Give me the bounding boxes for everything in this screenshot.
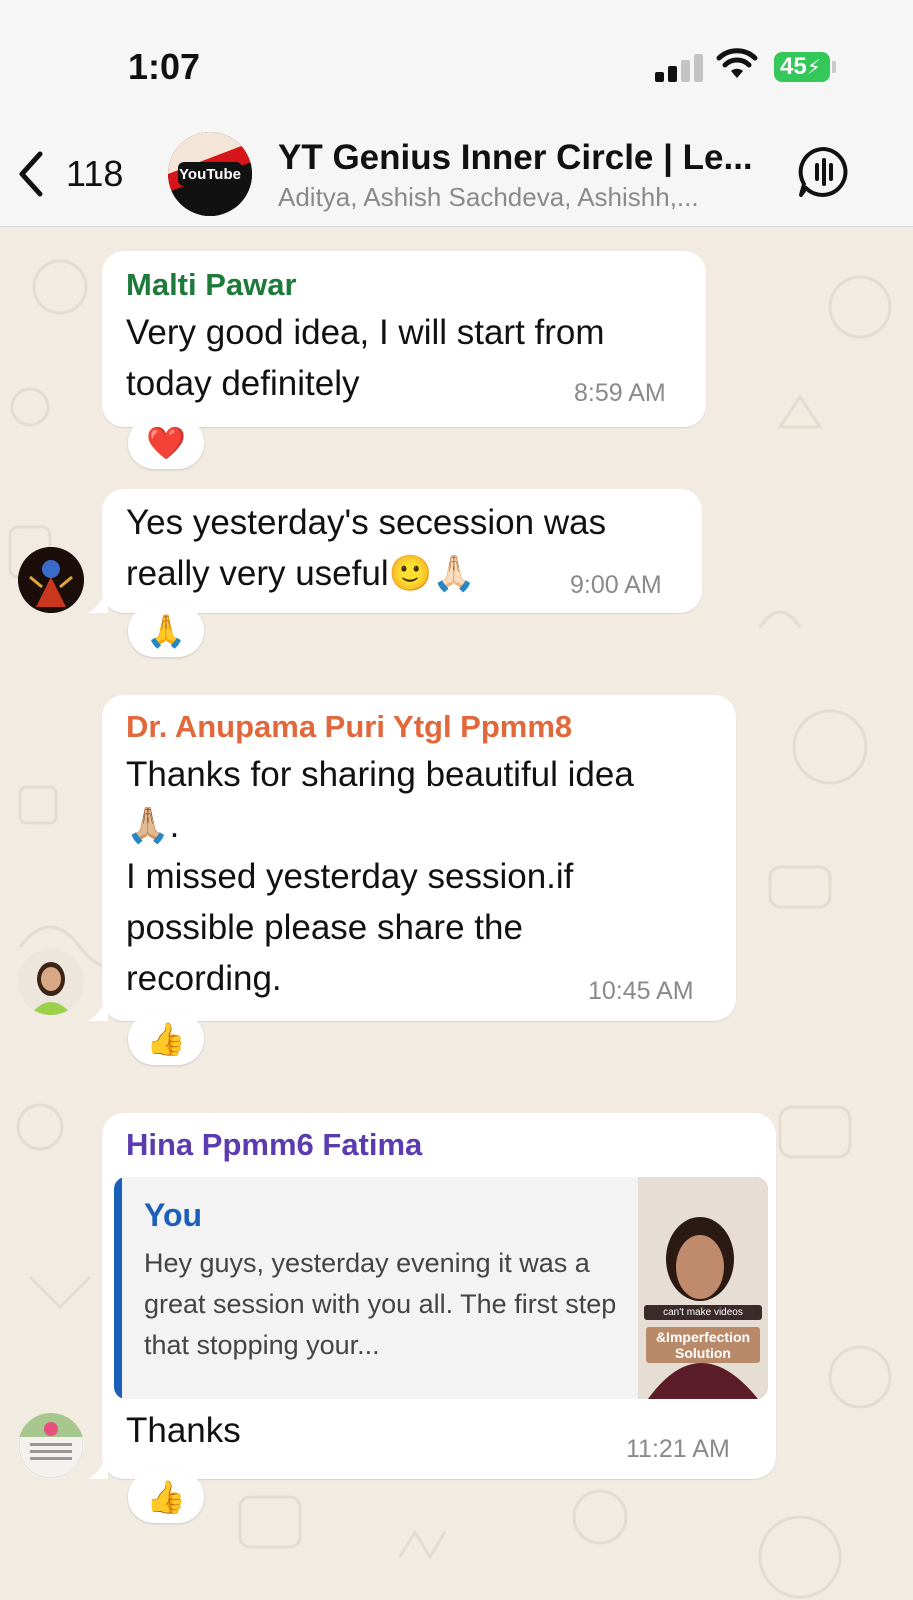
group-title[interactable]: YT Genius Inner Circle | Le... xyxy=(278,138,768,178)
reaction-badge[interactable]: ❤️ xyxy=(128,417,204,469)
reaction-badge[interactable]: 👍 xyxy=(128,1471,204,1523)
deity-avatar-icon xyxy=(18,547,84,613)
status-bar: 1:07 45⚡ xyxy=(0,0,913,120)
message-line: Very good idea, I will start from xyxy=(126,313,605,352)
quoted-message[interactable]: You Hey guys, yesterday evening it was a… xyxy=(114,1177,768,1399)
thumbnail-caption: can't make videos xyxy=(644,1305,762,1320)
message-line: Thanks xyxy=(126,1411,241,1450)
message-bubble[interactable]: Hina Ppmm6 Fatima You Hey guys, yesterda… xyxy=(102,1113,776,1479)
group-members[interactable]: Aditya, Ashish Sachdeva, Ashishh,... xyxy=(278,182,748,213)
message-text: Thanks for sharing beautiful idea 🙏🏼. I … xyxy=(126,749,726,1004)
sender-name: Dr. Anupama Puri Ytgl Ppmm8 xyxy=(126,709,573,744)
member-avatar[interactable] xyxy=(18,1413,84,1479)
sender-name: Malti Pawar xyxy=(126,267,297,302)
youtube-logo-icon: YouTube xyxy=(168,132,252,216)
member-avatar[interactable] xyxy=(18,949,84,1015)
unread-count: 118 xyxy=(66,153,124,194)
group-avatar[interactable]: YouTube xyxy=(168,132,252,216)
quote-author: You xyxy=(144,1197,203,1233)
message-line: I missed yesterday session.if xyxy=(126,857,574,896)
chat-header: 118 YouTube YT Genius Inner Circle | Le.… xyxy=(0,120,913,227)
message-bubble[interactable]: Dr. Anupama Puri Ytgl Ppmm8 Thanks for s… xyxy=(102,695,736,1021)
quote-thumbnail: can't make videos &Imperfection Solution xyxy=(638,1177,768,1399)
video-thumbnail-image xyxy=(638,1177,768,1399)
message-text: Thanks xyxy=(126,1405,526,1456)
battery-cap xyxy=(832,61,836,73)
person-avatar-icon xyxy=(18,949,84,1015)
message-bubble[interactable]: Yes yesterday's secession was really ver… xyxy=(102,489,702,613)
quote-bar xyxy=(114,1177,122,1399)
sender-name: Hina Ppmm6 Fatima xyxy=(126,1127,423,1162)
chat-area[interactable]: Malti Pawar Very good idea, I will start… xyxy=(0,227,913,1600)
message-time: 11:21 AM xyxy=(626,1435,730,1463)
status-time: 1:07 xyxy=(128,46,201,87)
avatar-text: YouTube xyxy=(179,166,241,183)
message-line: Thanks for sharing beautiful idea xyxy=(126,755,634,794)
member-avatar[interactable] xyxy=(18,547,84,613)
voice-chat-icon[interactable] xyxy=(798,146,850,198)
message-time: 10:45 AM xyxy=(588,977,694,1005)
bubble-tail xyxy=(88,993,108,1021)
flower-avatar-icon xyxy=(18,1413,84,1479)
message-bubble[interactable]: Malti Pawar Very good idea, I will start… xyxy=(102,251,706,427)
thumbnail-caption-title: &Imperfection Solution xyxy=(646,1327,760,1363)
bubble-tail xyxy=(88,1451,108,1479)
cellular-signal-icon xyxy=(655,52,705,82)
message-line: possible please share the xyxy=(126,908,523,947)
bubble-tail xyxy=(88,585,108,613)
back-button[interactable]: 118 xyxy=(18,148,148,200)
battery-icon: 45⚡ xyxy=(774,52,830,82)
wifi-icon xyxy=(716,48,758,78)
chevron-left-icon xyxy=(19,151,43,197)
message-time: 8:59 AM xyxy=(574,379,666,407)
battery-level: 45 xyxy=(780,53,807,80)
reaction-badge[interactable]: 👍 xyxy=(128,1013,204,1065)
quote-text: Hey guys, yesterday evening it was a gre… xyxy=(144,1248,617,1360)
message-time: 9:00 AM xyxy=(570,571,662,599)
reaction-badge[interactable]: 🙏 xyxy=(128,605,204,657)
message-line: Yes yesterday's secession was xyxy=(126,503,607,542)
message-line: 🙏🏼. xyxy=(126,806,180,845)
